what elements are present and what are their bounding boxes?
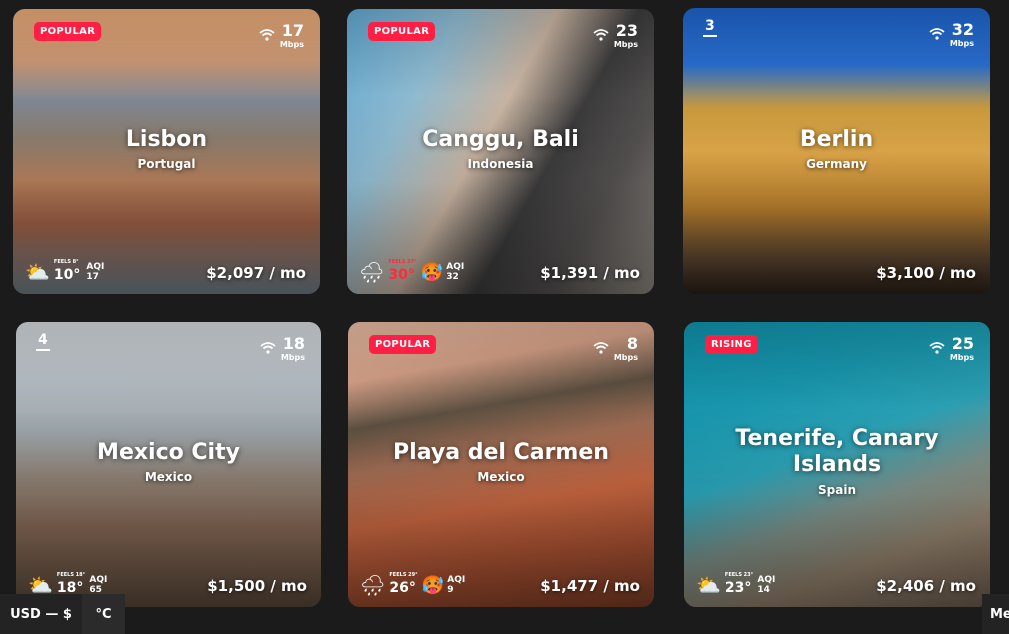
weather-info: 🌧 FEELS 37° 30° 🥵 AQI 32 xyxy=(359,259,464,284)
temperature: 30° xyxy=(388,267,415,283)
speed-value: 8 xyxy=(626,334,638,353)
wifi-speed: 8 Mbps xyxy=(593,336,638,362)
wifi-icon xyxy=(260,342,276,354)
cost-per-month: $1,500 / mo xyxy=(207,577,307,595)
city-name[interactable]: Lisbon xyxy=(13,127,320,153)
wifi-icon xyxy=(593,342,609,354)
city-name[interactable]: Mexico City xyxy=(16,440,321,466)
cost-per-month: $3,100 / mo xyxy=(876,264,976,282)
temperature-unit-toggle[interactable]: °C xyxy=(82,594,125,634)
partly-cloudy-icon: ⛅ xyxy=(28,573,53,597)
speed-unit: Mbps xyxy=(949,39,974,48)
wifi-icon xyxy=(593,29,609,41)
rain-cloud-icon: 🌧 xyxy=(359,260,385,284)
country-name: Germany xyxy=(806,157,867,171)
feels-like: FEELS 23° xyxy=(724,572,754,578)
cost-per-month: $2,097 / mo xyxy=(206,264,306,282)
country-name: Mexico xyxy=(144,470,193,484)
partly-cloudy-icon: ⛅ xyxy=(25,260,50,284)
city-card-mexico-city[interactable]: 4 18 Mbps Mexico City Mexico ⛅ FEELS 18° 1… xyxy=(16,322,321,607)
menu-button[interactable]: Me xyxy=(982,594,1009,634)
wifi-speed: 32 Mbps xyxy=(929,22,974,48)
speed-unit: Mbps xyxy=(280,353,305,362)
country-name: Spain xyxy=(818,483,856,497)
temperature: 23° xyxy=(724,580,752,596)
speed-unit: Mbps xyxy=(279,40,304,49)
weather-info: ⛅ FEELS 23° 23° AQI 14 xyxy=(696,572,775,597)
temperature: 26° xyxy=(389,580,416,596)
wifi-speed: 23 Mbps xyxy=(593,23,638,49)
city-card-playa-del-carmen[interactable]: POPULAR 8 Mbps Playa del Carmen Mexico 🌧 … xyxy=(348,322,654,607)
city-card-tenerife[interactable]: RISING 25 Mbps Tenerife, Canary Islands S… xyxy=(684,322,990,607)
aqi-value: 14 xyxy=(757,584,770,595)
city-name[interactable]: Tenerife, Canary Islands xyxy=(684,426,990,479)
rank-number: 3 xyxy=(703,18,717,37)
feels-like: FEELS 18° xyxy=(56,572,86,578)
city-name[interactable]: Playa del Carmen xyxy=(348,440,654,466)
temperature: 10° xyxy=(53,267,81,283)
rank-number: 4 xyxy=(36,332,50,351)
weather-info: ⛅ FEELS 8° 10° AQI 17 xyxy=(25,259,104,284)
rising-badge: RISING xyxy=(705,335,758,354)
wifi-icon xyxy=(929,342,945,354)
speed-unit: Mbps xyxy=(613,40,638,49)
hot-face-icon: 🥵 xyxy=(420,262,444,283)
weather-info: ⛅ FEELS 18° 18° AQI 65 xyxy=(28,572,107,597)
cost-per-month: $1,477 / mo xyxy=(540,577,640,595)
aqi-value: 32 xyxy=(446,271,459,282)
city-card-lisbon[interactable]: POPULAR 17 Mbps Lisbon Portugal ⛅ FEELS 8… xyxy=(13,9,320,294)
speed-value: 25 xyxy=(951,334,974,353)
popular-badge: POPULAR xyxy=(34,22,102,41)
speed-value: 32 xyxy=(951,20,974,39)
city-card-canggu[interactable]: POPULAR 23 Mbps Canggu, Bali Indonesia 🌧 … xyxy=(347,9,654,294)
wifi-speed: 25 Mbps xyxy=(929,336,974,362)
aqi-value: 9 xyxy=(447,584,454,595)
feels-like: FEELS 8° xyxy=(53,259,79,265)
city-name[interactable]: Berlin xyxy=(683,127,990,153)
popular-badge: POPULAR xyxy=(368,22,436,41)
rain-cloud-icon: 🌧 xyxy=(360,573,386,597)
wifi-speed: 17 Mbps xyxy=(259,23,304,49)
weather-info: 🌧 FEELS 29° 26° 🥵 AQI 9 xyxy=(360,572,465,597)
speed-unit: Mbps xyxy=(949,353,974,362)
speed-value: 23 xyxy=(615,21,638,40)
cost-per-month: $2,406 / mo xyxy=(876,577,976,595)
city-name[interactable]: Canggu, Bali xyxy=(347,127,654,153)
wifi-icon xyxy=(259,29,275,41)
currency-selector[interactable]: USD — $ xyxy=(0,594,82,634)
partly-cloudy-icon: ⛅ xyxy=(696,573,721,597)
wifi-speed: 18 Mbps xyxy=(260,336,305,362)
feels-like: FEELS 29° xyxy=(389,572,418,578)
country-name: Portugal xyxy=(137,157,196,171)
aqi-value: 17 xyxy=(86,271,99,282)
cost-per-month: $1,391 / mo xyxy=(540,264,640,282)
wifi-icon xyxy=(929,28,945,40)
country-name: Indonesia xyxy=(467,157,534,171)
city-card-berlin[interactable]: 3 32 Mbps Berlin Germany $3,100 / mo xyxy=(683,8,990,294)
country-name: Mexico xyxy=(477,470,525,484)
feels-like: FEELS 37° xyxy=(388,259,417,265)
speed-value: 17 xyxy=(281,21,304,40)
speed-unit: Mbps xyxy=(613,353,638,362)
hot-face-icon: 🥵 xyxy=(421,575,445,596)
popular-badge: POPULAR xyxy=(369,335,437,354)
speed-value: 18 xyxy=(282,334,305,353)
